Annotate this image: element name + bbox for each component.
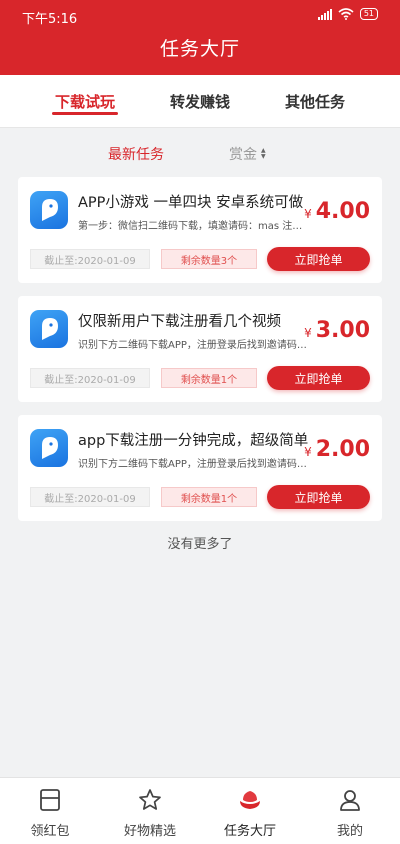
currency-symbol: ¥ <box>304 326 312 340</box>
nav-item-mine[interactable]: 我的 <box>300 778 400 844</box>
tab-download-trial[interactable]: 下载试玩 <box>40 91 130 112</box>
price-value: 3.00 <box>315 318 370 343</box>
deadline-badge: 截止至:2020-01-09 <box>30 249 150 269</box>
status-bar: 下午5:16 51 <box>0 0 400 28</box>
task-title: app下载注册一分钟完成，超级简单 <box>78 433 308 449</box>
deadline-badge: 截止至:2020-01-09 <box>30 368 150 388</box>
nav-label: 好物精选 <box>123 824 176 839</box>
price-value: 4.00 <box>315 199 370 224</box>
signal-icon <box>317 8 332 20</box>
app-bird-icon <box>30 310 68 348</box>
grab-order-button[interactable]: 立即抢单 <box>267 247 370 271</box>
sort-bar: 最新任务 赏金 ▲ ▼ <box>0 128 400 173</box>
nav-item-red-packet[interactable]: 领红包 <box>0 778 100 844</box>
no-more-text: 没有更多了 <box>167 537 233 552</box>
price-value: 2.00 <box>315 437 370 462</box>
active-tab-indicator <box>52 112 118 115</box>
nav-item-task-hall[interactable]: 任务大厅 <box>200 778 300 844</box>
task-card[interactable]: app下载注册一分钟完成，超级简单 识别下方二维码下载APP，注册登录后找到邀请… <box>18 415 382 521</box>
task-price: ¥ 4.00 <box>304 199 370 224</box>
nav-label: 我的 <box>336 824 363 839</box>
wallet-icon <box>40 789 60 811</box>
task-title: 仅限新用户下载注册看几个视频 <box>78 314 281 330</box>
task-card[interactable]: APP小游戏 一单四块 安卓系统可做 第一步：微信扫二维码下载，填邀请码：mas… <box>18 177 382 283</box>
currency-symbol: ¥ <box>304 445 312 459</box>
tab-other-tasks[interactable]: 其他任务 <box>270 91 360 112</box>
tab-share-earn[interactable]: 转发赚钱 <box>155 91 245 112</box>
status-icons: 51 <box>317 8 378 20</box>
remaining-badge: 剩余数量3个 <box>161 249 257 269</box>
bottom-nav: 领红包 好物精选 任务大厅 我的 <box>0 777 400 844</box>
task-title: APP小游戏 一单四块 安卓系统可做 <box>78 195 304 211</box>
app-header: 下午5:16 51 任务大厅 <box>0 0 400 75</box>
battery-icon: 51 <box>359 8 378 20</box>
app-bird-icon <box>30 191 68 229</box>
app-bird-icon <box>30 429 68 467</box>
star-icon <box>139 789 161 810</box>
currency-symbol: ¥ <box>304 207 312 221</box>
task-description: 第一步：微信扫二维码下载，填邀请码：mas 注册… <box>78 221 310 232</box>
task-card[interactable]: 仅限新用户下载注册看几个视频 识别下方二维码下载APP，注册登录后找到邀请码… … <box>18 296 382 402</box>
grab-order-button[interactable]: 立即抢单 <box>267 485 370 509</box>
nav-label: 任务大厅 <box>223 824 276 839</box>
status-time: 下午5:16 <box>22 12 78 27</box>
task-description: 识别下方二维码下载APP，注册登录后找到邀请码… <box>78 459 307 470</box>
task-tabs: 下载试玩 转发赚钱 其他任务 <box>0 75 400 128</box>
page-title: 任务大厅 <box>159 38 240 60</box>
remaining-badge: 剩余数量1个 <box>161 487 257 507</box>
task-price: ¥ 3.00 <box>304 318 370 343</box>
user-icon <box>340 790 360 811</box>
sort-reward[interactable]: 赏金 ▲ ▼ <box>229 144 266 164</box>
sort-reward-label: 赏金 <box>229 147 257 163</box>
sort-latest[interactable]: 最新任务 <box>108 144 164 164</box>
nav-item-featured[interactable]: 好物精选 <box>100 778 200 844</box>
task-price: ¥ 2.00 <box>304 437 370 462</box>
remaining-badge: 剩余数量1个 <box>161 368 257 388</box>
sort-arrows-icon: ▲ ▼ <box>261 147 266 160</box>
lotus-icon <box>240 791 260 809</box>
wifi-icon <box>338 8 354 20</box>
nav-label: 领红包 <box>30 824 70 839</box>
deadline-badge: 截止至:2020-01-09 <box>30 487 150 507</box>
task-description: 识别下方二维码下载APP，注册登录后找到邀请码… <box>78 340 307 351</box>
grab-order-button[interactable]: 立即抢单 <box>267 366 370 390</box>
